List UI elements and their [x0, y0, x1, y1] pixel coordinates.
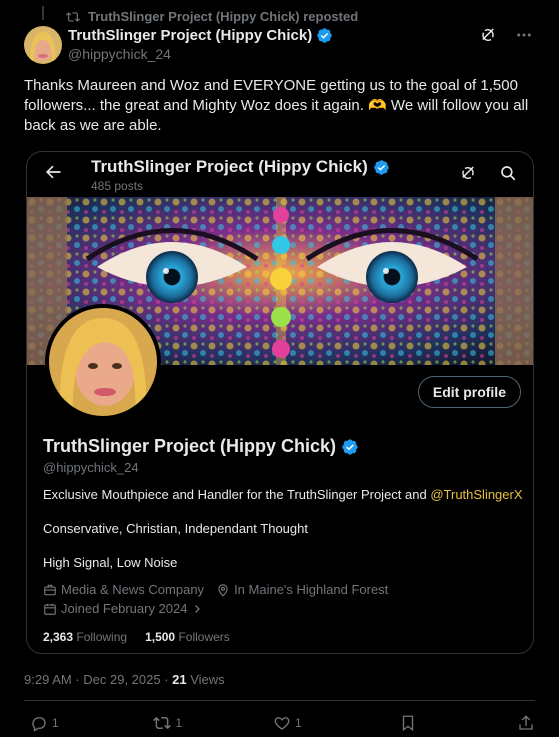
repost-button[interactable]: 1 — [152, 714, 274, 732]
profile-avatar[interactable] — [45, 304, 161, 420]
post-count: 485 posts — [91, 179, 144, 193]
reply-icon — [32, 717, 46, 732]
location-pin-icon — [218, 583, 228, 597]
author-handle[interactable]: @hippychick_24 — [68, 46, 171, 62]
tweet-timestamp[interactable]: 9:29 AM · Dec 29, 2025 · 21 Views — [24, 672, 225, 687]
share-icon — [519, 715, 533, 730]
header-actions — [479, 26, 533, 44]
share-button[interactable] — [517, 714, 535, 732]
verified-badge-icon — [342, 438, 358, 455]
bio-mention-link[interactable]: @TruthSlingerX — [430, 487, 522, 502]
tweet-text: Thanks Maureen and Woz and EVERYONE gett… — [24, 77, 529, 134]
profile-bio-line: Conservative, Christian, Independant Tho… — [43, 521, 308, 536]
like-button[interactable]: 1 — [273, 714, 399, 732]
followers-link[interactable]: 1,500 Followers — [145, 630, 230, 644]
author-name[interactable]: TruthSlinger Project (Hippy Chick) — [68, 27, 333, 44]
profile-bio: Exclusive Mouthpiece and Handler for the… — [43, 487, 523, 502]
grok-icon[interactable] — [459, 164, 477, 182]
reply-button[interactable]: 1 — [30, 714, 152, 732]
following-link[interactable]: 2,363 Following — [43, 630, 127, 644]
thread-line — [42, 6, 44, 20]
heart-icon — [274, 717, 290, 730]
more-options-icon[interactable] — [515, 26, 533, 44]
profile-location: In Maine's Highland Forest — [216, 582, 388, 597]
repost-icon — [66, 11, 80, 22]
bookmark-icon — [403, 715, 414, 732]
chevron-right-icon — [195, 604, 201, 613]
search-icon[interactable] — [499, 164, 517, 182]
divider — [24, 700, 535, 701]
profile-topbar-title: TruthSlinger Project (Hippy Chick) — [91, 157, 390, 177]
repost-indicator[interactable]: TruthSlinger Project (Hippy Chick) repos… — [66, 9, 359, 24]
repost-text: TruthSlinger Project (Hippy Chick) repos… — [88, 9, 359, 24]
profile-joined[interactable]: Joined February 2024 — [43, 601, 203, 616]
profile-handle: @hippychick_24 — [43, 460, 139, 475]
repost-icon — [152, 716, 171, 730]
tweet-actions: 1 1 1 — [30, 714, 535, 732]
follow-stats: 2,363 Following 1,500 Followers — [43, 630, 230, 644]
verified-badge-icon — [317, 28, 332, 43]
verified-badge-icon — [374, 159, 389, 175]
profile-category: Media & News Company — [43, 582, 204, 597]
bookmark-button[interactable] — [399, 714, 517, 732]
author-avatar[interactable] — [24, 26, 62, 64]
grok-icon[interactable] — [479, 26, 497, 44]
profile-meta: Media & News Company In Maine's Highland… — [43, 582, 388, 597]
calendar-icon — [44, 603, 56, 615]
profile-screenshot-card[interactable]: TruthSlinger Project (Hippy Chick) 485 p… — [26, 151, 534, 654]
edit-profile-button[interactable]: Edit profile — [417, 376, 521, 408]
profile-topbar-actions — [459, 164, 517, 182]
profile-name: TruthSlinger Project (Hippy Chick) — [43, 436, 359, 457]
back-arrow-icon[interactable] — [43, 162, 63, 182]
view-count: 21 — [172, 672, 187, 687]
profile-topbar: TruthSlinger Project (Hippy Chick) 485 p… — [27, 152, 533, 196]
heart-hands-emoji: 🫶 — [368, 97, 387, 114]
profile-bio-line: High Signal, Low Noise — [43, 555, 178, 570]
briefcase-icon — [44, 584, 56, 595]
